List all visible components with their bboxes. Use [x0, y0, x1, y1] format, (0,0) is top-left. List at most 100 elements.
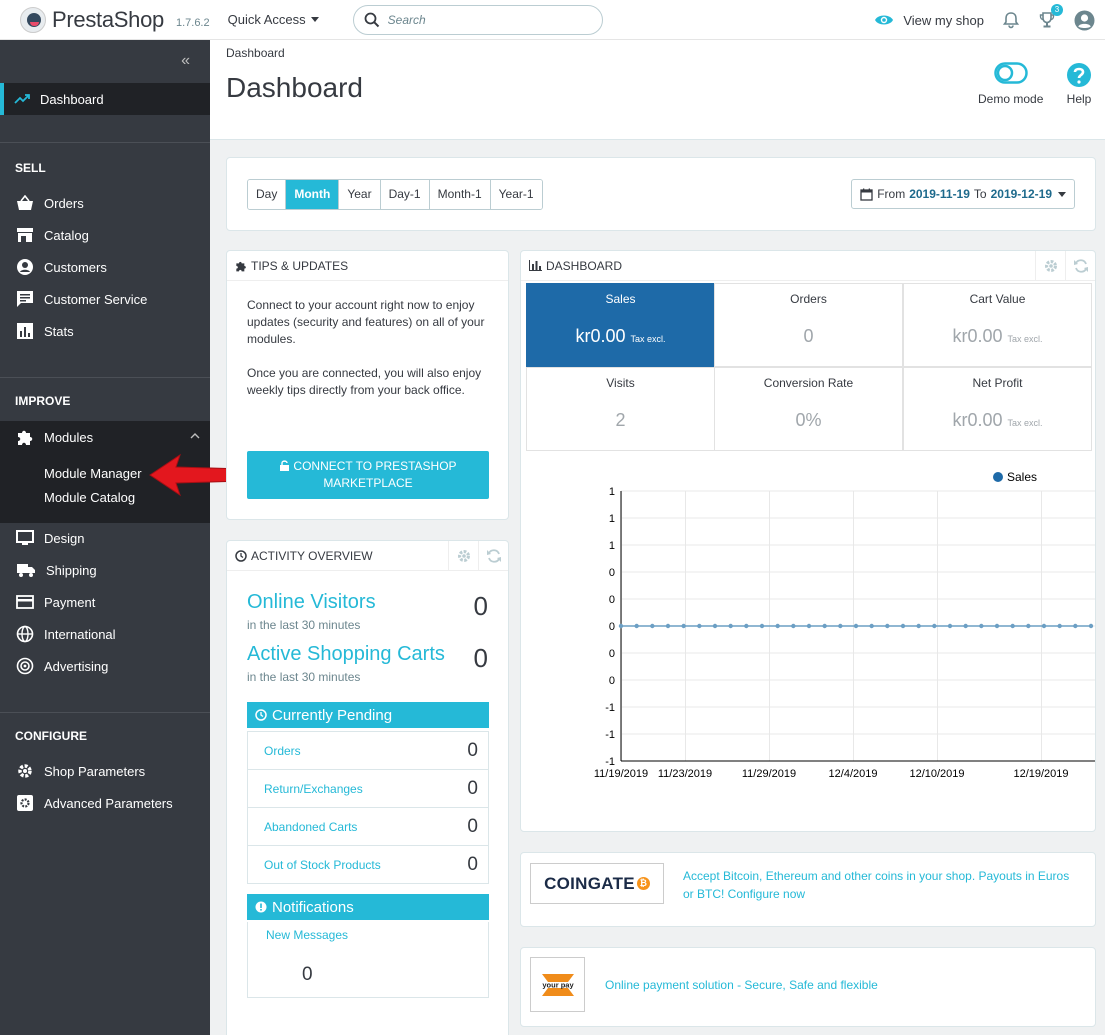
view-my-shop-link[interactable]: View my shop [874, 13, 984, 28]
quick-access-dropdown[interactable]: Quick Access [228, 12, 319, 27]
online-visitors-value: 0 [473, 591, 488, 621]
demo-mode-toggle[interactable]: Demo mode [978, 62, 1043, 106]
help-button[interactable]: Help [1066, 62, 1092, 106]
active-carts-link[interactable]: Active Shopping Carts [247, 643, 445, 666]
page-title: Dashboard [226, 72, 363, 103]
version-label: 1.7.6.2 [175, 16, 210, 29]
online-visitors-link[interactable]: Online Visitors [247, 591, 376, 614]
kpi-suffix: Tax excl. [630, 334, 666, 344]
data-point [853, 623, 859, 629]
new-messages-link[interactable]: New Messages [266, 928, 348, 942]
kpi-orders[interactable]: Orders 0 [714, 283, 903, 367]
to-label: To [973, 187, 987, 201]
period-month-1-button[interactable]: Month-1 [429, 180, 491, 209]
view-my-shop-label: View my shop [903, 12, 984, 28]
toggle-icon [993, 62, 1028, 84]
caret-down-icon [1058, 191, 1066, 197]
sidebar-item-customers[interactable]: Customers [0, 251, 210, 283]
sidebar-item-modules[interactable]: Modules [0, 421, 210, 453]
search-box[interactable] [352, 4, 603, 35]
bell-icon [1002, 12, 1020, 29]
configure-button[interactable] [1035, 251, 1065, 281]
search-input[interactable] [387, 12, 578, 27]
sidebar-item-payment[interactable]: Payment [0, 586, 210, 618]
activity-overview-panel: ACTIVITY OVERVIEW Online Visitors in the… [226, 540, 509, 1035]
kpi-cart-value[interactable]: Cart Value kr0.00 Tax excl. [903, 283, 1092, 367]
sidebar-subitem-module-manager[interactable]: Module Manager [44, 466, 142, 481]
employee-achievements-button[interactable]: 3 [1038, 4, 1063, 29]
panel-header: TIPS & UPDATES [227, 251, 508, 281]
y-tick-label: 1 [609, 486, 615, 498]
gear-icon [457, 550, 470, 562]
data-point [775, 623, 780, 629]
kpi-suffix: Tax excl. [1007, 334, 1043, 344]
sidebar-item-shop-parameters[interactable]: Shop Parameters [0, 755, 210, 787]
sidebar-item-label: Dashboard [40, 91, 104, 107]
configure-button[interactable] [448, 541, 478, 571]
period-month-button[interactable]: Month [286, 180, 340, 209]
coingate-module-panel[interactable]: COINGATE ₿ Accept Bitcoin, Ethereum and o… [520, 852, 1096, 927]
data-point [869, 623, 874, 629]
y-tick-label: 1 [609, 513, 615, 525]
notifications-button[interactable] [1002, 11, 1020, 29]
y-tick-label: 0 [609, 675, 615, 687]
kpi-visits[interactable]: Visits 2 [526, 367, 715, 451]
kpi-sales[interactable]: Sales kr0.00 Tax excl. [526, 283, 715, 367]
period-day-button[interactable]: Day [248, 180, 287, 209]
sidebar-item-international[interactable]: International [0, 618, 210, 650]
yourpay-module-panel[interactable]: your pay Online payment solution - Secur… [520, 947, 1096, 1027]
alert-circle-icon [255, 901, 267, 913]
pending-abandoned-carts-link[interactable]: Abandoned Carts [264, 820, 357, 834]
logo[interactable]: PrestaShop 1.7.6.2 [20, 6, 210, 33]
clock-icon [235, 549, 247, 562]
panel-header: DASHBOARD [521, 251, 1095, 281]
sidebar-item-catalog[interactable]: Catalog [0, 219, 210, 251]
breadcrumb[interactable]: Dashboard [226, 46, 285, 60]
puzzle-icon [18, 430, 33, 445]
truck-icon [17, 564, 35, 577]
data-point [791, 623, 796, 629]
sidebar-item-shipping[interactable]: Shipping [0, 554, 210, 586]
active-carts-value: 0 [473, 643, 488, 673]
data-point [634, 623, 639, 629]
refresh-button[interactable] [478, 541, 508, 571]
kpi-net-profit[interactable]: Net Profit kr0.00 Tax excl. [903, 367, 1092, 451]
pending-row: Abandoned Carts 0 [248, 807, 488, 845]
coingate-logo: COINGATE ₿ [530, 863, 664, 904]
pending-orders-link[interactable]: Orders [264, 744, 301, 758]
x-tick-label: 11/23/2019 [658, 768, 712, 780]
yourpay-logo: your pay [530, 957, 585, 1012]
data-point [916, 623, 921, 629]
sidebar-item-advertising[interactable]: Advertising [0, 650, 210, 682]
unlock-icon [280, 460, 290, 471]
sidebar-item-orders[interactable]: Orders [0, 187, 210, 219]
yourpay-description-link[interactable]: Online payment solution - Secure, Safe a… [605, 976, 1025, 994]
dashboard-panel: DASHBOARD Sales kr0.00 Tax excl. Orders … [520, 250, 1096, 832]
sidebar-subitem-module-catalog[interactable]: Module Catalog [44, 490, 135, 505]
notifications-header: Notifications [247, 894, 489, 920]
period-year-1-button[interactable]: Year-1 [490, 180, 542, 209]
date-range-picker[interactable]: From 2019-11-19 To 2019-12-19 [851, 179, 1075, 209]
account-button[interactable] [1074, 10, 1095, 31]
connect-marketplace-button[interactable]: CONNECT TO PRESTASHOP MARKETPLACE [247, 451, 489, 499]
kpi-conversion-rate[interactable]: Conversion Rate 0% [714, 367, 903, 451]
divider [0, 377, 210, 378]
data-point [885, 623, 890, 629]
collapse-sidebar-icon[interactable]: « [181, 52, 190, 70]
y-tick-label: 0 [609, 621, 615, 633]
sidebar-item-design[interactable]: Design [0, 522, 210, 554]
data-point [1088, 623, 1094, 629]
coingate-description-link[interactable]: Accept Bitcoin, Ethereum and other coins… [683, 867, 1073, 903]
pending-returns-link[interactable]: Return/Exchanges [264, 782, 363, 796]
sidebar-item-customer-service[interactable]: Customer Service [0, 283, 210, 315]
sidebar-item-dashboard[interactable]: Dashboard [0, 83, 210, 115]
data-point [712, 623, 718, 629]
pending-out-of-stock-link[interactable]: Out of Stock Products [264, 858, 381, 872]
period-day-1-button[interactable]: Day-1 [380, 180, 430, 209]
refresh-button[interactable] [1065, 251, 1095, 281]
bar-chart-icon [529, 260, 542, 271]
period-year-button[interactable]: Year [339, 180, 381, 209]
y-tick-label: 0 [609, 648, 615, 660]
sidebar-item-advanced-parameters[interactable]: Advanced Parameters [0, 787, 210, 819]
sidebar-item-stats[interactable]: Stats [0, 315, 210, 347]
